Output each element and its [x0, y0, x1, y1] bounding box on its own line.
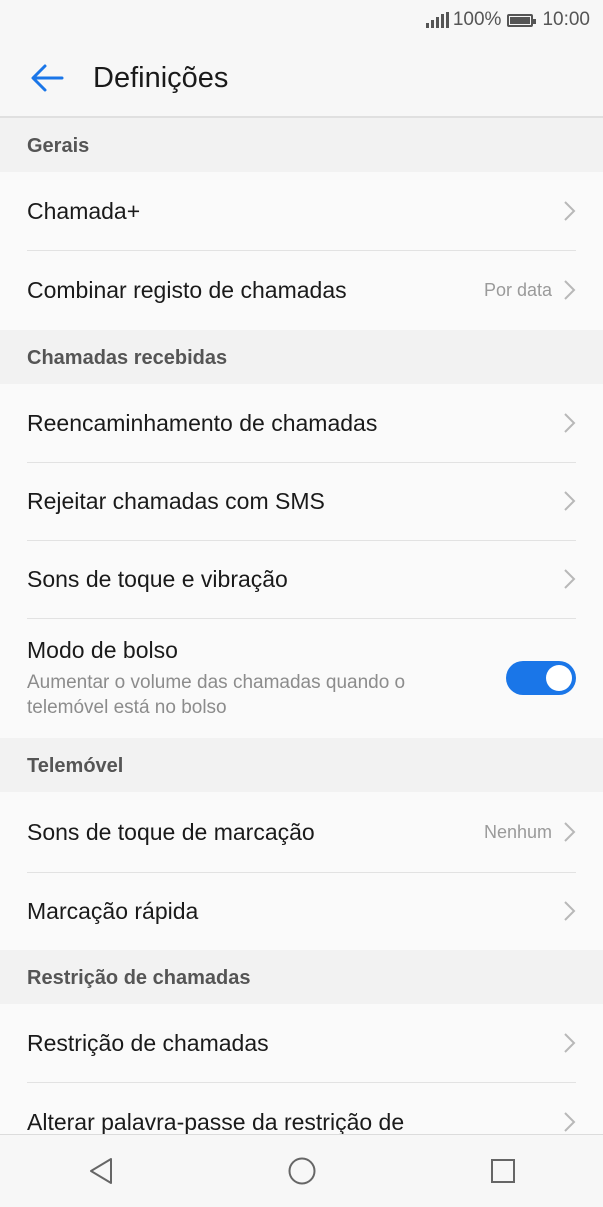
section-header-chamadas-recebidas: Chamadas recebidas	[0, 330, 603, 384]
setting-label: Sons de toque de marcação	[27, 818, 315, 845]
clock: 10:00	[542, 9, 590, 30]
setting-value: Por data	[483, 279, 552, 300]
chevron-right-icon	[564, 1033, 576, 1053]
recents-square-icon	[490, 1159, 515, 1183]
setting-alterar-palavra-passe[interactable]: Alterar palavra-passe da restrição de	[0, 1082, 603, 1134]
setting-label: Reencaminhamento de chamadas	[27, 409, 378, 436]
setting-restricao-chamadas[interactable]: Restrição de chamadas	[0, 1004, 603, 1082]
battery-percentage: 100%	[452, 9, 502, 30]
setting-label: Rejeitar chamadas com SMS	[27, 487, 325, 514]
nav-back-button[interactable]	[71, 1141, 131, 1201]
home-circle-icon	[288, 1157, 315, 1185]
app-bar: Definições	[0, 40, 603, 118]
setting-modo-bolso[interactable]: Modo de bolso Aumentar o volume das cham…	[0, 618, 603, 738]
nav-recents-button[interactable]	[473, 1141, 533, 1201]
setting-label: Marcação rápida	[27, 897, 199, 924]
setting-value: Nenhum	[483, 821, 552, 842]
section-header-restricao: Restrição de chamadas	[0, 950, 603, 1004]
group-restricao: Restrição de chamadas Alterar palavra-pa…	[0, 1004, 603, 1134]
setting-sons-toque-vibracao[interactable]: Sons de toque e vibração	[0, 540, 603, 618]
navigation-bar	[0, 1134, 603, 1207]
chevron-right-icon	[564, 901, 576, 921]
setting-rejeitar-sms[interactable]: Rejeitar chamadas com SMS	[0, 462, 603, 540]
page-title: Definições	[93, 61, 229, 94]
status-bar: 100% 10:00	[0, 0, 603, 40]
chevron-right-icon	[564, 822, 576, 842]
group-chamadas-recebidas: Reencaminhamento de chamadas Rejeitar ch…	[0, 384, 603, 738]
setting-marcacao-rapida[interactable]: Marcação rápida	[0, 872, 603, 950]
chevron-right-icon	[564, 280, 576, 300]
group-telemovel: Sons de toque de marcação Nenhum Marcaçã…	[0, 792, 603, 950]
settings-list[interactable]: Gerais Chamada+ Combinar registo de cham…	[0, 118, 603, 1134]
setting-reencaminhamento[interactable]: Reencaminhamento de chamadas	[0, 384, 603, 462]
setting-label: Modo de bolso	[27, 636, 178, 663]
arrow-left-icon	[31, 64, 64, 92]
setting-label: Chamada+	[27, 197, 141, 224]
section-header-gerais: Gerais	[0, 118, 603, 172]
chevron-right-icon	[564, 569, 576, 589]
chevron-right-icon	[564, 491, 576, 511]
setting-description: Aumentar o volume das chamadas quando o …	[27, 671, 406, 718]
signal-icon	[425, 12, 449, 28]
setting-label: Combinar registo de chamadas	[27, 276, 347, 303]
group-gerais: Chamada+ Combinar registo de chamadas Po…	[0, 172, 603, 330]
nav-home-button[interactable]	[272, 1141, 332, 1201]
setting-combinar-registo[interactable]: Combinar registo de chamadas Por data	[0, 250, 603, 330]
section-header-telemovel: Telemóvel	[0, 738, 603, 792]
chevron-right-icon	[564, 413, 576, 433]
chevron-right-icon	[564, 201, 576, 221]
battery-icon	[507, 13, 537, 27]
setting-sons-marcacao[interactable]: Sons de toque de marcação Nenhum	[0, 792, 603, 872]
chevron-right-icon	[564, 1112, 576, 1132]
setting-label: Sons de toque e vibração	[27, 565, 288, 592]
modo-bolso-toggle[interactable]	[506, 661, 576, 695]
setting-label: Restrição de chamadas	[27, 1029, 269, 1056]
back-button[interactable]	[25, 56, 69, 100]
back-triangle-icon	[89, 1158, 112, 1184]
setting-label: Alterar palavra-passe da restrição de	[27, 1108, 405, 1135]
setting-chamada-plus[interactable]: Chamada+	[0, 172, 603, 250]
